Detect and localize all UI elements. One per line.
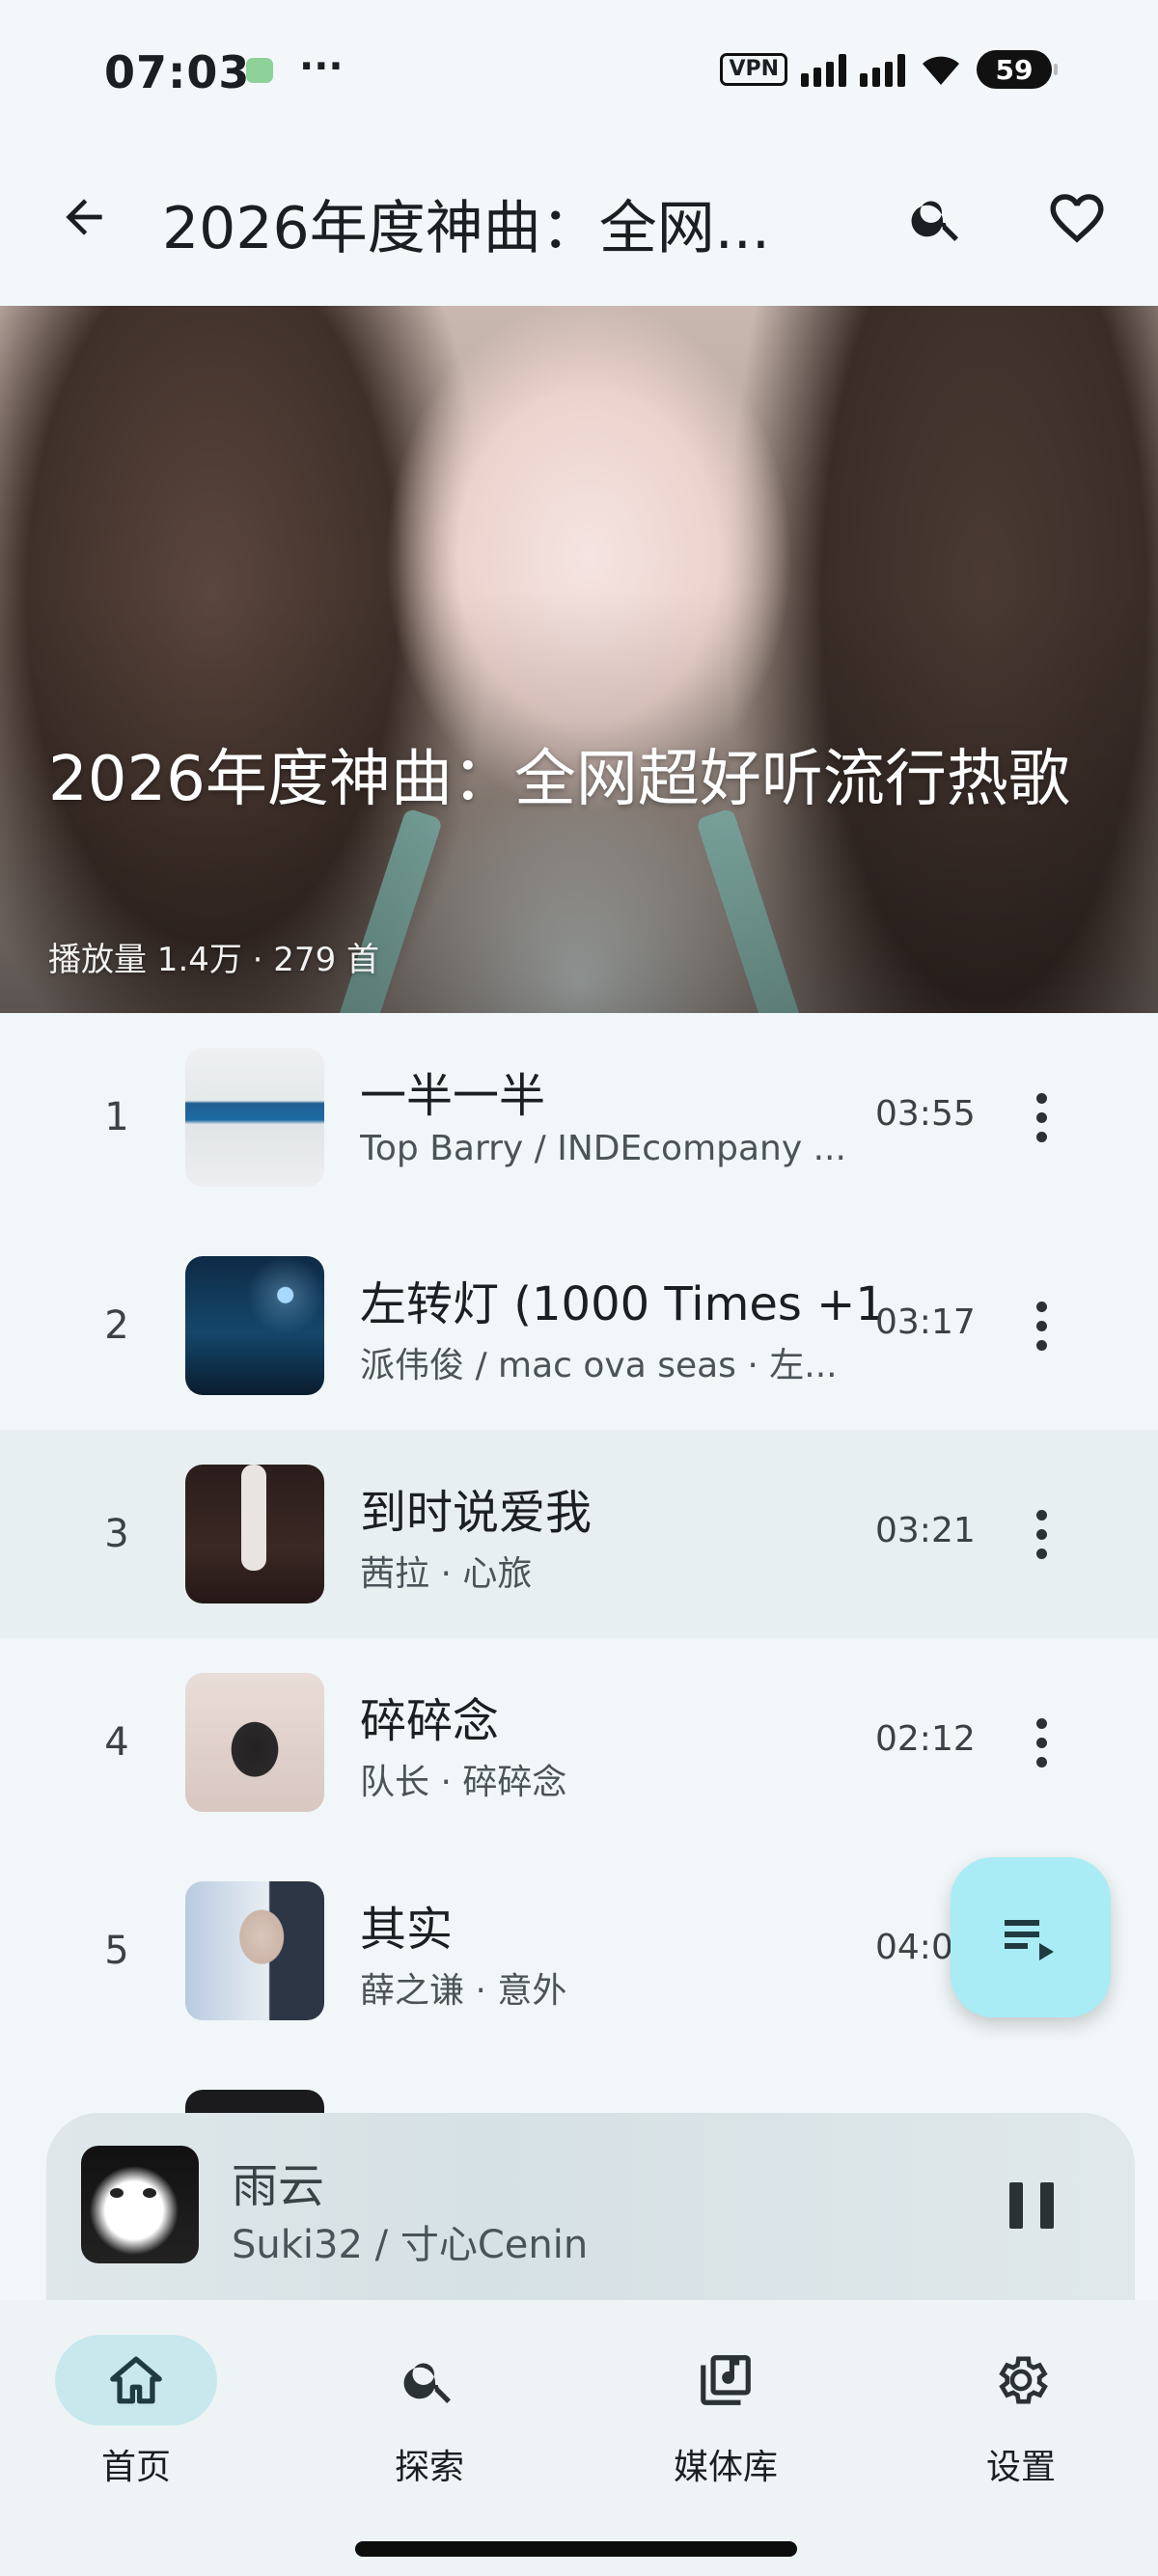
signal-icon-2 — [860, 52, 905, 87]
song-index: 4 — [104, 1720, 129, 1765]
song-subtitle: 薛之谦 · 意外 — [360, 1971, 567, 2011]
status-time: 07:03 — [104, 46, 251, 98]
gesture-handle — [355, 2541, 797, 2557]
app-bar-title: 2026年度神曲：全网... — [162, 195, 770, 262]
more-notifications-icon: ··· — [299, 44, 344, 89]
wifi-icon — [923, 56, 959, 85]
song-duration: 03:21 — [875, 1511, 976, 1550]
search-icon — [911, 201, 958, 241]
nav-item-library[interactable]: 媒体库 — [629, 2335, 822, 2489]
nav-label: 探索 — [394, 2448, 464, 2487]
song-subtitle: 队长 · 碎碎念 — [360, 1763, 567, 1802]
song-duration: 03:17 — [875, 1302, 976, 1342]
song-duration: 02:12 — [875, 1719, 976, 1759]
song-subtitle: 派伟俊 / mac ova seas · 左... — [360, 1346, 838, 1385]
nav-item-home[interactable]: 首页 — [40, 2335, 233, 2489]
back-button[interactable] — [50, 183, 118, 251]
song-duration: 04:0 — [875, 1928, 953, 1967]
queue-play-button[interactable] — [951, 1857, 1111, 2017]
now-playing-bar[interactable]: 雨云 Suki32 / 寸心Cenin — [46, 2113, 1135, 2300]
wechat-notification-icon — [246, 58, 273, 83]
nav-label: 设置 — [985, 2448, 1056, 2487]
song-title: 到时说爱我 — [360, 1486, 593, 1540]
queue-play-icon — [1005, 1920, 1054, 1960]
nav-label: 媒体库 — [673, 2448, 778, 2487]
song-cover — [185, 1881, 324, 2020]
song-index: 2 — [104, 1303, 129, 1348]
music-library-icon — [701, 2355, 751, 2405]
search-icon — [403, 2363, 451, 2403]
gear-icon — [999, 2356, 1048, 2404]
more-vert-icon[interactable] — [1017, 1497, 1065, 1571]
song-row[interactable]: 4 碎碎念 队长 · 碎碎念 02:12 — [0, 1638, 1158, 1847]
song-row[interactable]: 1 一半一半 Top Barry / INDEcompany ... 03:55 — [0, 1013, 1158, 1221]
song-title: 一半一半 — [360, 1069, 546, 1123]
song-duration: 03:55 — [875, 1094, 976, 1134]
nav-item-settings[interactable]: 设置 — [924, 2335, 1117, 2489]
favorite-button[interactable] — [1040, 181, 1114, 255]
song-title: 左转灯 (1000 Times +1) — [360, 1277, 881, 1331]
playlist-cover-banner: 2026年度神曲：全网超好听流行热歌 播放量 1.4万 · 279 首 — [0, 306, 1158, 1013]
song-title: 碎碎念 — [360, 1694, 500, 1748]
now-playing-title: 雨云 — [232, 2159, 325, 2213]
nav-label: 首页 — [100, 2448, 171, 2487]
vpn-icon: VPN — [720, 53, 787, 86]
search-button[interactable] — [902, 183, 972, 253]
playlist-title: 2026年度神曲：全网超好听流行热歌 — [48, 744, 1070, 815]
song-list: 1 一半一半 Top Barry / INDEcompany ... 03:55… — [0, 1013, 1158, 2263]
playlist-meta: 播放量 1.4万 · 279 首 — [48, 941, 380, 979]
pause-icon[interactable] — [1009, 2182, 1054, 2229]
song-subtitle: Top Barry / INDEcompany ... — [360, 1129, 846, 1168]
nav-item-explore[interactable]: 探索 — [333, 2335, 526, 2489]
song-index: 1 — [104, 1095, 129, 1139]
now-playing-cover — [81, 2146, 199, 2263]
song-index: 3 — [104, 1512, 129, 1556]
song-index: 5 — [104, 1929, 129, 1973]
more-vert-icon[interactable] — [1017, 1289, 1065, 1362]
song-row[interactable]: 3 到时说爱我 茜拉 · 心旅 03:21 — [0, 1430, 1158, 1638]
battery-icon: 59 — [977, 50, 1058, 89]
status-bar: 07:03 ··· VPN 59 — [0, 0, 1158, 145]
arrow-left-icon — [66, 199, 102, 235]
signal-icon — [801, 52, 846, 87]
home-icon — [110, 2356, 162, 2404]
song-cover — [185, 1048, 324, 1187]
app-bar: 2026年度神曲：全网... — [0, 145, 1158, 306]
song-subtitle: 茜拉 · 心旅 — [360, 1554, 533, 1594]
now-playing-artist: Suki32 / 寸心Cenin — [232, 2223, 589, 2267]
more-vert-icon[interactable] — [1017, 1081, 1065, 1154]
bottom-navigation: 首页 探索 媒体库 设置 — [0, 2300, 1158, 2576]
more-vert-icon[interactable] — [1017, 1706, 1065, 1779]
song-title: 其实 — [360, 1903, 454, 1957]
heart-outline-icon — [1050, 194, 1104, 243]
song-row[interactable]: 2 左转灯 (1000 Times +1) 派伟俊 / mac ova seas… — [0, 1221, 1158, 1430]
song-cover — [185, 1256, 324, 1395]
song-cover — [185, 1465, 324, 1603]
song-cover — [185, 1673, 324, 1812]
